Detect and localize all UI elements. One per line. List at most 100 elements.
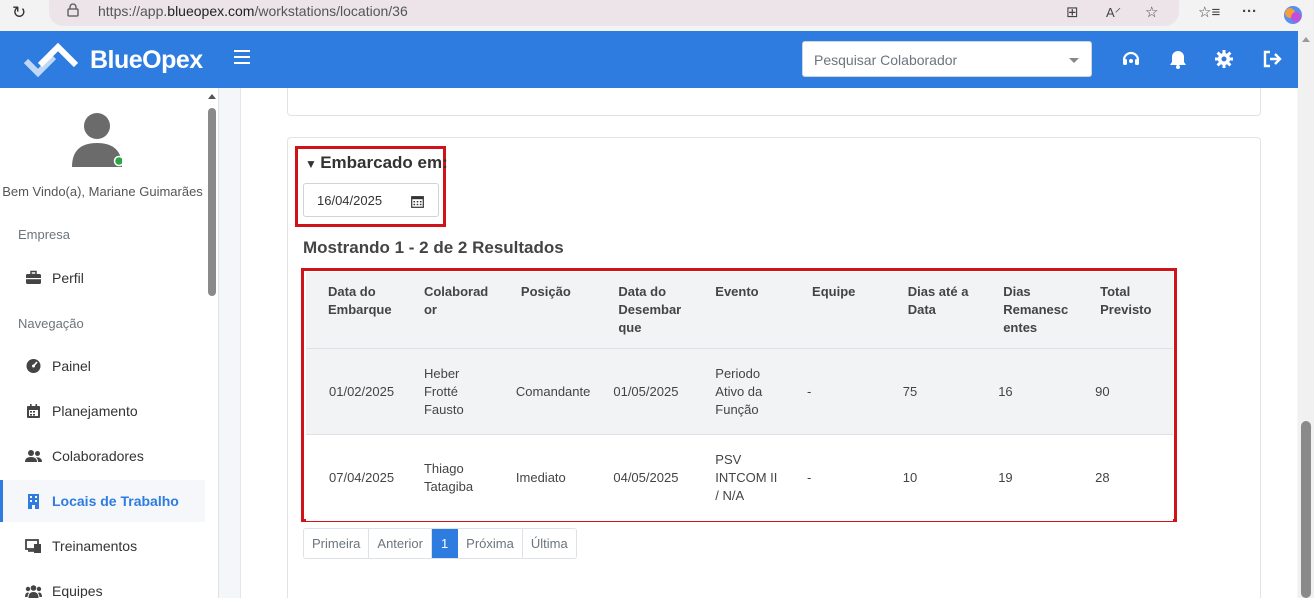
page-first-button[interactable]: Primeira [304, 529, 370, 558]
column-header: Evento [693, 272, 791, 349]
favorites-list-icon[interactable]: ☆≡ [1198, 3, 1220, 21]
team-icon [25, 585, 42, 598]
table-cell: 04/05/2025 [596, 434, 694, 521]
table-cell: 75 [885, 348, 982, 435]
table-cell: 28 [1078, 434, 1173, 521]
embarcado-title: Embarcado em: [320, 153, 448, 172]
cell-text: Thiago [423, 460, 464, 476]
scroll-up-icon[interactable] [1302, 37, 1310, 42]
cell-text: - [807, 383, 812, 399]
cell-text: Ativo da [715, 383, 763, 399]
embarcado-toggle[interactable]: ▼ Embarcado em: [305, 153, 448, 173]
scrollbar-thumb[interactable] [208, 108, 216, 296]
cell-text: 01/05/2025 [613, 383, 679, 399]
reload-icon[interactable]: ↻ [12, 3, 26, 23]
table-cell: 90 [1078, 348, 1173, 435]
cell-text: 07/04/2025 [329, 469, 395, 485]
page-current-button[interactable]: 1 [431, 529, 459, 558]
support-headset-icon[interactable] [1120, 48, 1142, 70]
table-cell: 07/04/2025 [306, 434, 402, 521]
sidebar-item-colaboradores[interactable]: Colaboradores [0, 435, 205, 477]
sidebar-item-planejamento[interactable]: Planejamento [0, 390, 205, 432]
column-header: Posição [498, 272, 597, 349]
column-header-text: Desembar [618, 302, 682, 317]
cell-text: INTCOM II [715, 469, 778, 485]
cell-text: Frotté [423, 383, 458, 399]
scrollbar-thumb[interactable] [1301, 421, 1311, 598]
avatar [72, 113, 122, 167]
browser-toolbar: ↻ https://app.blueopex.com/workstations/… [0, 0, 1314, 31]
results-table: Data do Embarque Colaborad or Posição Data do… [306, 272, 1173, 521]
previous-card [287, 88, 1261, 116]
column-header-text: Equipe [812, 284, 856, 299]
sidebar-item-equipes[interactable]: Equipes [0, 570, 205, 598]
column-header-text: Embarque [328, 302, 392, 317]
table-row: 07/04/2025 Thiago Tatagiba Imediato 04/05/20… [306, 434, 1173, 521]
cell-text: 90 [1095, 383, 1110, 399]
table-cell: 01/05/2025 [596, 348, 694, 435]
menu-toggle-icon[interactable] [234, 50, 250, 64]
calendar-icon[interactable] [411, 195, 424, 208]
logout-icon[interactable] [1261, 48, 1283, 70]
training-icon [25, 539, 41, 553]
column-header-text: Data do [328, 284, 376, 299]
copilot-icon[interactable] [1282, 4, 1304, 26]
cell-text: 10 [902, 469, 918, 485]
read-aloud-icon[interactable]: A⸍ [1106, 3, 1121, 21]
brand-name: BlueOpex [90, 46, 203, 74]
search-placeholder: Pesquisar Colaborador [814, 52, 958, 68]
table-cell: Imediato [498, 434, 597, 521]
sidebar-item-locais-de-trabalho[interactable]: Locais de Trabalho [0, 480, 205, 522]
settings-gear-icon[interactable] [1213, 48, 1235, 70]
sidebar-scrollbar[interactable] [205, 88, 218, 598]
page-next-button[interactable]: Próxima [458, 529, 523, 558]
section-label-empresa: Empresa [18, 227, 71, 242]
column-header-text: Posição [520, 284, 571, 299]
pagination: Primeira Anterior 1 Próxima Última [303, 528, 577, 559]
page-prev-button[interactable]: Anterior [369, 529, 432, 558]
page-last-button[interactable]: Última [522, 529, 576, 558]
cell-text: Fausto [423, 401, 464, 417]
sidebar-item-label: Equipes [52, 583, 103, 598]
column-header: Colaborad or [401, 272, 499, 349]
cell-text: 28 [1095, 469, 1110, 485]
lock-icon [67, 3, 79, 17]
apps-icon[interactable]: ⊞ [1066, 3, 1079, 21]
column-header-text: Previsto [1100, 302, 1152, 317]
sidebar-item-perfil[interactable]: Perfil [0, 257, 205, 299]
cell-text: PSV [715, 451, 742, 467]
column-header: Equipe [790, 272, 886, 349]
column-header: Data do Embarque [306, 272, 402, 349]
favorite-star-icon[interactable]: ☆ [1145, 3, 1158, 21]
column-header-text: Remanesc [1003, 302, 1069, 317]
column-header: Data do Desembar que [596, 272, 694, 349]
users-icon [25, 450, 42, 462]
scroll-up-icon[interactable] [208, 94, 216, 99]
table-cell: Heber Frotté Fausto [401, 348, 499, 435]
blueopex-logo-icon [24, 43, 78, 77]
search-collaborator-select[interactable]: Pesquisar Colaborador [802, 41, 1092, 77]
cell-text: - [807, 469, 812, 485]
page-scrollbar[interactable] [1298, 31, 1314, 598]
column-header-text: Colaborad [423, 284, 489, 299]
cell-text: 16 [998, 383, 1013, 399]
column-header: Dias Remanesc entes [981, 272, 1079, 349]
app-header: BlueOpex Pesquisar Colaborador [0, 31, 1298, 88]
column-header-text: Data [907, 302, 936, 317]
more-options-icon[interactable]: ··· [1242, 3, 1257, 20]
cell-text: 19 [998, 469, 1013, 485]
sidebar: Bem Vindo(a), Mariane Guimarães Empresa … [0, 88, 219, 598]
building-icon [28, 494, 39, 509]
cell-text: 01/02/2025 [329, 383, 395, 399]
boarding-date-input[interactable]: 16/04/2025 [303, 183, 439, 217]
calendar-icon [27, 404, 40, 418]
caret-down-icon: ▼ [305, 157, 321, 171]
sidebar-item-painel[interactable]: Painel [0, 345, 205, 387]
notification-bell-icon[interactable] [1167, 48, 1189, 70]
section-label-navegacao: Navegação [18, 316, 84, 331]
column-header-text: Total [1100, 284, 1131, 299]
table-cell: - [790, 348, 886, 435]
table-cell: 19 [981, 434, 1079, 521]
address-bar[interactable]: https://app.blueopex.com/workstations/lo… [49, 0, 1179, 26]
sidebar-item-treinamentos[interactable]: Treinamentos [0, 525, 205, 567]
